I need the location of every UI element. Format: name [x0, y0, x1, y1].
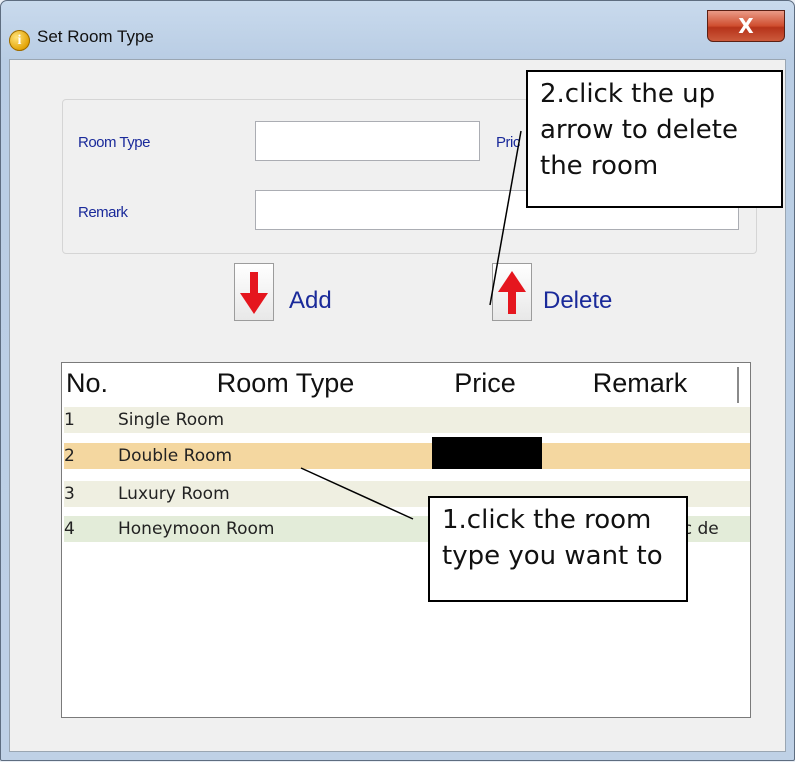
leader-line-delete: [489, 130, 522, 306]
callout-delete-instruction: 2.click the up arrow to delete the room: [526, 70, 783, 208]
set-room-type-dialog: i Set Room Type X Room Type Pric Remark …: [0, 0, 795, 761]
callout-select-line-1: 1.click the room: [442, 505, 652, 535]
callout-select-line-2: type you want to: [442, 541, 663, 571]
leader-line-select: [300, 467, 414, 520]
callout-delete-line-3: the room: [540, 151, 659, 181]
callout-select-instruction: 1.click the room type you want to: [428, 496, 688, 602]
callout-delete-line-1: 2.click the up: [540, 79, 716, 109]
callout-delete-line-2: arrow to delete: [540, 115, 738, 145]
